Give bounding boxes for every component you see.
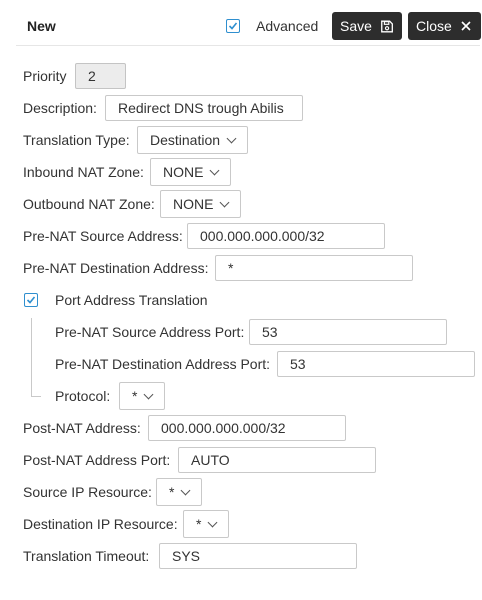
translation-type-label: Translation Type:	[23, 132, 130, 148]
chevron-down-icon	[220, 197, 230, 208]
translation-timeout-input[interactable]: SYS	[159, 543, 357, 569]
pre-nat-source-address-port-input[interactable]: 53	[249, 319, 447, 345]
outbound-nat-zone-select[interactable]: NONE	[160, 190, 242, 218]
chevron-down-icon	[144, 389, 154, 400]
priority-field: 2	[75, 63, 126, 89]
save-button-label: Save	[340, 18, 372, 34]
inbound-nat-zone-select[interactable]: NONE	[150, 158, 232, 186]
protocol-select[interactable]: *	[119, 382, 166, 410]
pre-nat-destination-address-port-label: Pre-NAT Destination Address Port:	[55, 356, 271, 372]
port-address-translation-checkbox[interactable]	[24, 293, 38, 307]
advanced-checkbox[interactable]	[226, 19, 240, 33]
close-icon	[461, 21, 471, 31]
pre-nat-destination-address-input[interactable]: *	[215, 255, 413, 281]
advanced-label[interactable]: Advanced	[256, 18, 318, 34]
checkmark-icon	[228, 22, 238, 30]
pre-nat-source-address-port-label: Pre-NAT Source Address Port:	[55, 324, 245, 340]
form-header: New Advanced Save Close	[16, 8, 482, 40]
outbound-nat-zone-value: NONE	[173, 196, 214, 212]
close-button[interactable]: Close	[408, 12, 481, 40]
post-nat-address-input[interactable]: 000.000.000.000/32	[148, 415, 346, 441]
destination-ip-resource-label: Destination IP Resource:	[23, 516, 178, 532]
destination-ip-resource-select[interactable]: *	[183, 510, 230, 538]
save-button[interactable]: Save	[332, 12, 402, 40]
chevron-down-icon	[210, 165, 220, 176]
translation-timeout-label: Translation Timeout:	[23, 548, 150, 564]
post-nat-address-port-label: Post-NAT Address Port:	[23, 452, 171, 468]
description-input[interactable]: Redirect DNS trough Abilis	[105, 95, 303, 121]
group-bracket-corner	[31, 396, 41, 397]
pre-nat-destination-address-port-input[interactable]: 53	[277, 351, 475, 377]
pre-nat-source-address-label: Pre-NAT Source Address:	[23, 228, 183, 244]
post-nat-address-port-input[interactable]: AUTO	[178, 447, 376, 473]
post-nat-address-label: Post-NAT Address:	[23, 420, 141, 436]
translation-type-value: Destination	[150, 132, 221, 148]
outbound-nat-zone-label: Outbound NAT Zone:	[23, 196, 155, 212]
floppy-disk-icon	[381, 20, 393, 32]
close-button-label: Close	[416, 18, 452, 34]
protocol-label: Protocol:	[55, 388, 111, 404]
pre-nat-destination-address-label: Pre-NAT Destination Address:	[23, 260, 209, 276]
inbound-nat-zone-value: NONE	[163, 164, 204, 180]
chevron-down-icon	[226, 133, 237, 144]
destination-ip-resource-value: *	[196, 516, 202, 532]
header-divider	[16, 45, 480, 46]
source-ip-resource-label: Source IP Resource:	[23, 484, 152, 500]
form-title: New	[27, 18, 56, 34]
translation-type-select[interactable]: Destination	[137, 126, 249, 154]
group-bracket-line	[31, 318, 32, 396]
chevron-down-icon	[181, 485, 191, 496]
source-ip-resource-select[interactable]: *	[156, 478, 203, 506]
pre-nat-source-address-input[interactable]: 000.000.000.000/32	[187, 223, 385, 249]
checkmark-icon	[26, 296, 36, 304]
port-address-translation-label[interactable]: Port Address Translation	[55, 292, 208, 308]
chevron-down-icon	[208, 517, 218, 528]
inbound-nat-zone-label: Inbound NAT Zone:	[23, 164, 144, 180]
priority-label: Priority	[23, 68, 67, 84]
protocol-value: *	[132, 388, 138, 404]
description-label: Description:	[23, 100, 97, 116]
source-ip-resource-value: *	[169, 484, 175, 500]
